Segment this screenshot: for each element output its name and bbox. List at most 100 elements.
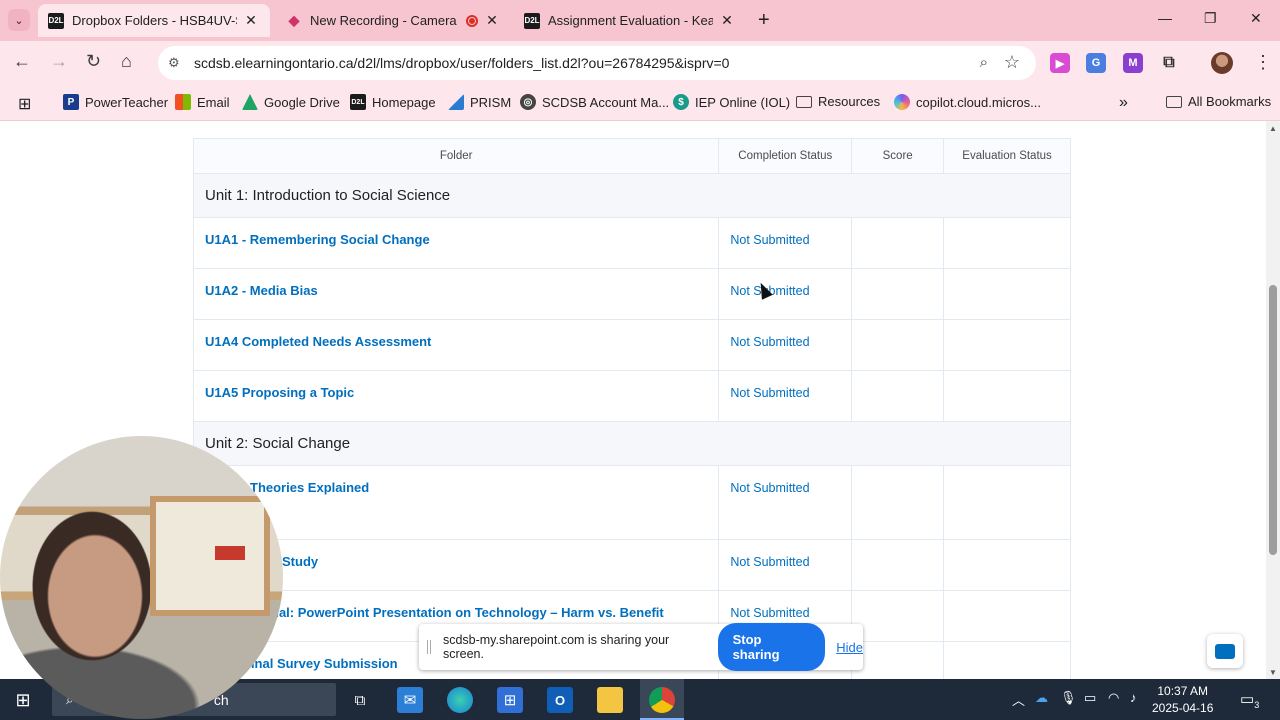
back-arrow-icon[interactable]: ← xyxy=(13,51,31,72)
drag-handle-icon[interactable] xyxy=(427,640,431,654)
completion-status-link[interactable]: Not Submitted xyxy=(730,606,809,620)
mail-app-icon[interactable]: ✉ xyxy=(397,687,423,713)
taskbar-clock[interactable]: 10:37 AM 2025-04-16 xyxy=(1152,683,1213,717)
column-header-folder[interactable]: Folder xyxy=(192,138,720,174)
microphone-icon[interactable]: 🎙 xyxy=(1060,690,1077,706)
browser-tab-strip: ⌄ D2L Dropbox Folders - HSB4UV-S2A ✕ ◆ N… xyxy=(0,0,1280,41)
column-header-completion-status[interactable]: Completion Status xyxy=(718,138,853,174)
unit-header-row: Unit 2: Social Change xyxy=(193,421,1071,466)
d2l-favicon-icon: D2L xyxy=(524,12,540,29)
folder-link[interactable]: U1A4 Completed Needs Assessment xyxy=(205,334,431,349)
more-bookmarks-icon[interactable]: » xyxy=(1119,94,1128,112)
minimize-window-icon[interactable]: — xyxy=(1158,10,1172,26)
close-tab-icon[interactable]: ✕ xyxy=(719,12,735,29)
extension-translate-icon[interactable]: G xyxy=(1086,53,1106,73)
score-cell xyxy=(851,590,944,642)
tab-search-button[interactable]: ⌄ xyxy=(8,9,30,31)
file-explorer-icon[interactable] xyxy=(597,687,623,713)
bookmark-label: Email xyxy=(197,94,230,110)
page-scrollbar[interactable]: ▲ ▼ xyxy=(1266,121,1280,679)
close-window-icon[interactable]: ✕ xyxy=(1250,10,1262,27)
bookmark-star-icon[interactable]: ☆ xyxy=(1004,52,1020,73)
site-info-icon[interactable]: ⚙ xyxy=(168,55,186,71)
folder-link[interactable]: U1A1 - Remembering Social Change xyxy=(205,232,430,247)
search-icon[interactable]: ⌕ xyxy=(980,54,988,71)
webcam-overlay[interactable] xyxy=(0,436,283,719)
battery-icon[interactable]: ▭ xyxy=(1084,690,1096,706)
notification-center-icon[interactable]: ▭3 xyxy=(1240,690,1259,710)
profile-avatar[interactable] xyxy=(1211,52,1233,74)
tab-assignment-evaluation[interactable]: D2L Assignment Evaluation - Keaton ✕ xyxy=(514,4,750,37)
new-tab-button[interactable]: + xyxy=(758,9,770,32)
folder-link[interactable]: Study xyxy=(282,554,318,569)
copilot-icon xyxy=(894,94,910,110)
clock-date: 2025-04-16 xyxy=(1152,701,1214,715)
table-row: U1A4 Completed Needs Assessment Not Subm… xyxy=(192,319,1071,371)
scroll-down-arrow-icon[interactable]: ▼ xyxy=(1269,668,1277,677)
home-icon[interactable]: ⌂ xyxy=(121,51,132,72)
bookmark-prism[interactable]: PRISM xyxy=(448,94,511,110)
restore-window-icon[interactable]: ❐ xyxy=(1204,10,1217,27)
score-cell xyxy=(851,268,944,320)
folder-link[interactable]: Theories Explained xyxy=(250,480,369,495)
background-shelf xyxy=(150,496,270,616)
url-text[interactable]: scdsb.elearningontario.ca/d2l/lms/dropbo… xyxy=(194,55,729,71)
completion-status-link[interactable]: Not Submitted xyxy=(730,335,809,349)
tab-dropbox-folders[interactable]: D2L Dropbox Folders - HSB4UV-S2A ✕ xyxy=(38,4,270,37)
close-tab-icon[interactable]: ✕ xyxy=(243,12,259,29)
edge-browser-icon[interactable] xyxy=(447,687,473,713)
table-header-row: Folder Completion Status Score Evaluatio… xyxy=(192,138,1071,174)
onedrive-icon[interactable]: ☁ xyxy=(1035,690,1048,706)
bookmark-scdsb-account[interactable]: ◎ SCDSB Account Ma... xyxy=(520,94,669,110)
folder-link[interactable]: U1A5 Proposing a Topic xyxy=(205,385,354,400)
apps-grid-icon[interactable]: ⊞ xyxy=(18,94,31,114)
completion-status-link[interactable]: Not Submitted xyxy=(730,481,809,495)
show-hidden-icons-chevron[interactable]: ︿ xyxy=(1012,690,1025,709)
task-view-icon[interactable]: ⧉ xyxy=(347,687,373,713)
volume-icon[interactable]: ♪ xyxy=(1130,690,1137,705)
folder-link[interactable]: Final Survey Submission xyxy=(243,656,398,671)
hide-banner-link[interactable]: Hide xyxy=(836,640,863,655)
folder-link[interactable]: ual: PowerPoint Presentation on Technolo… xyxy=(271,605,664,620)
all-bookmarks-button[interactable]: All Bookmarks xyxy=(1166,94,1271,109)
scrollbar-thumb[interactable] xyxy=(1269,285,1277,555)
bookmark-iep-online[interactable]: $ IEP Online (IOL) xyxy=(673,94,790,110)
background-object xyxy=(215,546,245,560)
table-row: U1A2 - Media Bias Not Submitted xyxy=(192,268,1071,320)
windows-start-icon[interactable]: ⊞ xyxy=(10,687,36,713)
microsoft-store-icon[interactable]: ⊞ xyxy=(497,687,523,713)
evaluation-status-cell xyxy=(943,590,1071,642)
completion-status-link[interactable]: Not Submitted xyxy=(730,386,809,400)
bookmark-resources[interactable]: Resources xyxy=(796,94,880,109)
bookmark-copilot[interactable]: copilot.cloud.micros... xyxy=(894,94,1041,110)
scroll-up-arrow-icon[interactable]: ▲ xyxy=(1269,124,1277,133)
bookmark-label: Google Drive xyxy=(264,94,340,110)
completion-status-link[interactable]: Not Submitted xyxy=(730,555,809,569)
dropbox-folders-table: Folder Completion Status Score Evaluatio… xyxy=(192,138,1071,679)
bookmark-google-drive[interactable]: Google Drive xyxy=(242,94,340,110)
chat-support-icon[interactable] xyxy=(1207,634,1243,668)
chevron-down-icon: ⌄ xyxy=(14,14,24,27)
outlook-icon[interactable]: O xyxy=(547,687,573,713)
close-tab-icon[interactable]: ✕ xyxy=(484,12,500,29)
extension-clipchamp-icon[interactable]: ▶ xyxy=(1050,53,1070,73)
bookmark-email[interactable]: Email xyxy=(175,94,230,110)
browser-menu-icon[interactable]: ⋮ xyxy=(1254,52,1272,73)
score-cell xyxy=(851,539,944,591)
address-bar[interactable]: ⚙ scdsb.elearningontario.ca/d2l/lms/drop… xyxy=(158,46,1036,80)
tab-new-recording[interactable]: ◆ New Recording - Camera ✕ xyxy=(276,4,512,37)
wifi-icon[interactable]: ◠ xyxy=(1108,690,1119,706)
forward-arrow-icon[interactable]: → xyxy=(50,51,68,72)
extension-puzzle-app-icon[interactable]: M xyxy=(1123,53,1143,73)
reload-icon[interactable]: ↻ xyxy=(86,51,101,72)
folder-icon xyxy=(796,95,812,108)
bookmark-homepage[interactable]: D2L Homepage xyxy=(350,94,436,110)
extensions-puzzle-icon[interactable]: ⧉ xyxy=(1159,53,1179,73)
clipchamp-favicon-icon: ◆ xyxy=(288,12,300,28)
stop-sharing-button[interactable]: Stop sharing xyxy=(717,623,826,671)
folder-link[interactable]: U1A2 - Media Bias xyxy=(205,283,318,298)
bookmark-powerteacher[interactable]: P PowerTeacher xyxy=(63,94,168,110)
completion-status-link[interactable]: Not Submitted xyxy=(730,233,809,247)
column-header-evaluation-status[interactable]: Evaluation Status xyxy=(943,138,1071,174)
column-header-score[interactable]: Score xyxy=(851,138,945,174)
